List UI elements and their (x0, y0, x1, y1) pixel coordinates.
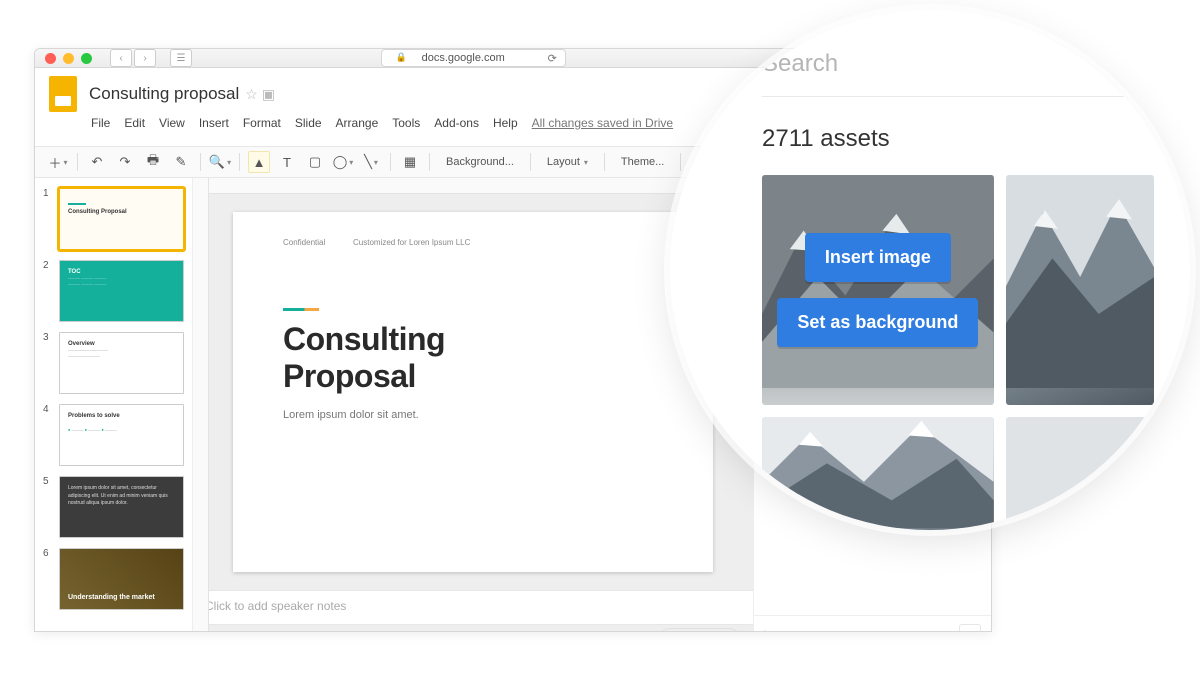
close-window-icon[interactable] (45, 53, 56, 64)
redo-button[interactable]: ↷ (114, 151, 136, 173)
slide-title[interactable]: ConsultingProposal (283, 321, 663, 395)
select-tool[interactable]: ▲ (248, 151, 270, 173)
menu-edit[interactable]: Edit (124, 116, 145, 140)
menu-tools[interactable]: Tools (392, 116, 420, 140)
panel-next-button[interactable]: › (959, 624, 981, 632)
insert-image-button[interactable]: Insert image (805, 233, 951, 282)
new-slide-button[interactable]: ＋ (47, 151, 69, 173)
reload-icon[interactable]: ⟳ (548, 52, 557, 65)
zoom-button[interactable]: 🔍 (209, 151, 231, 173)
search-input[interactable]: Search (762, 50, 1154, 97)
menu-insert[interactable]: Insert (199, 116, 229, 140)
star-icon[interactable]: ☆ (245, 86, 258, 103)
minimize-window-icon[interactable] (63, 53, 74, 64)
textbox-tool[interactable]: T (276, 151, 298, 173)
explore-button[interactable]: ✦ Explore (658, 628, 741, 633)
asset-thumbnail-1[interactable]: Insert image Set as background (762, 175, 994, 405)
address-bar[interactable]: docs.google.com ⟳ (381, 49, 566, 67)
menu-view[interactable]: View (159, 116, 185, 140)
image-tool[interactable]: ▢ (304, 151, 326, 173)
thumbnail-5[interactable]: 5 Lorem ipsum dolor sit amet, consectetu… (43, 476, 184, 538)
current-slide[interactable]: Confidential Customized for Loren Ipsum … (233, 212, 713, 572)
background-button[interactable]: Background... (438, 151, 522, 173)
menu-format[interactable]: Format (243, 116, 281, 140)
confidential-label: Confidential (283, 238, 325, 247)
ruler-horizontal (209, 178, 753, 194)
comment-button[interactable]: ▦ (399, 151, 421, 173)
thumbnail-4[interactable]: 4 Problems to solve● ――― ● ――― ● ――― (43, 404, 184, 466)
menu-slide[interactable]: Slide (295, 116, 322, 140)
save-status[interactable]: All changes saved in Drive (532, 116, 673, 140)
by-label: by (764, 630, 775, 633)
asset-thumbnail-3[interactable] (762, 417, 994, 530)
paint-format-button[interactable]: ✎ (170, 151, 192, 173)
document-title[interactable]: Consulting proposal (89, 84, 239, 104)
slide-thumbnails: 1 Consulting Proposal 2 TOC――― ――― ―――――… (35, 178, 193, 632)
thumbnail-2[interactable]: 2 TOC――― ――― ―――――― ――― ――― (43, 260, 184, 322)
bottom-bar: ▮▮ ▦ ✦ Explore (193, 624, 753, 632)
maximize-window-icon[interactable] (81, 53, 92, 64)
slides-logo-icon[interactable] (49, 76, 77, 112)
line-tool[interactable]: ╲ (360, 151, 382, 173)
slide-subtitle[interactable]: Lorem ipsum dolor sit amet. (283, 409, 663, 421)
forward-button[interactable]: › (134, 49, 156, 67)
print-button[interactable]: 🖶 (142, 151, 164, 173)
back-button[interactable]: ‹ (110, 49, 132, 67)
undo-button[interactable]: ↶ (86, 151, 108, 173)
asset-count: 2711 assets (762, 125, 1154, 153)
thumbnail-1[interactable]: 1 Consulting Proposal (43, 188, 184, 250)
thumbnail-3[interactable]: 3 Overview―――――――――――――――――― (43, 332, 184, 394)
asset-thumbnail-2[interactable] (1006, 175, 1154, 405)
theme-button[interactable]: Theme... (613, 151, 672, 173)
customized-label: Customized for Loren Ipsum LLC (353, 238, 470, 247)
canvas: Confidential Customized for Loren Ipsum … (193, 178, 753, 632)
mountain-image-icon (762, 417, 994, 528)
nav-buttons: ‹ › (110, 49, 156, 67)
asset-thumbnail-4[interactable] (1006, 417, 1154, 530)
slide-area[interactable]: Confidential Customized for Loren Ipsum … (193, 194, 753, 590)
thumbnail-6[interactable]: 6 Understanding the market (43, 548, 184, 610)
window-controls (45, 53, 92, 64)
menu-arrange[interactable]: Arrange (336, 116, 379, 140)
magnifier-overlay: Search 2711 assets Insert image Set as b… (670, 10, 1190, 530)
filmstrip-view-icon[interactable]: ▮▮ (205, 629, 233, 633)
set-as-background-button[interactable]: Set as background (777, 298, 978, 347)
move-folder-icon[interactable]: ▣ (262, 86, 275, 103)
address-text: docs.google.com (422, 52, 505, 64)
grid-view-icon[interactable]: ▦ (233, 629, 261, 633)
sidebar-toggle-icon[interactable]: ☰ (170, 49, 192, 67)
layout-button[interactable]: Layout (539, 151, 596, 173)
picsio-brand: PICS.IO (781, 628, 830, 633)
menu-file[interactable]: File (91, 116, 110, 140)
menu-addons[interactable]: Add-ons (434, 116, 479, 140)
menu-help[interactable]: Help (493, 116, 518, 140)
accent-bar (283, 308, 319, 311)
shape-tool[interactable]: ◯ (332, 151, 354, 173)
speaker-notes[interactable]: Click to add speaker notes (193, 590, 753, 624)
mountain-image-icon (1006, 175, 1154, 388)
